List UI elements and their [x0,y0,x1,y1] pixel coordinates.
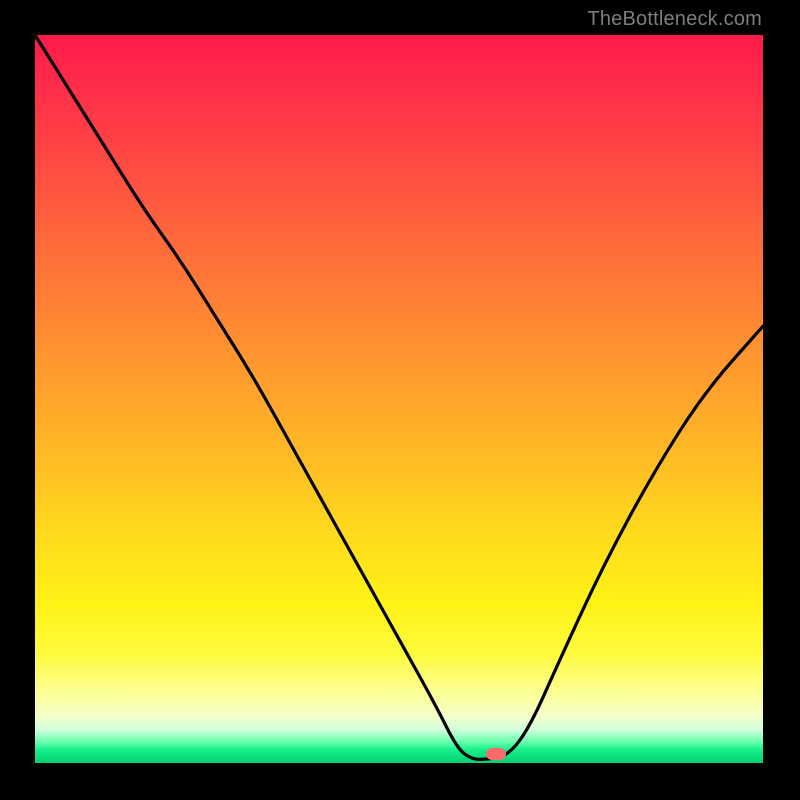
chart-container: { "attribution": "TheBottleneck.com", "m… [0,0,800,800]
plot-area [35,35,763,763]
optimal-marker [486,748,506,760]
attribution-text: TheBottleneck.com [587,8,762,31]
bottleneck-curve [35,35,763,763]
